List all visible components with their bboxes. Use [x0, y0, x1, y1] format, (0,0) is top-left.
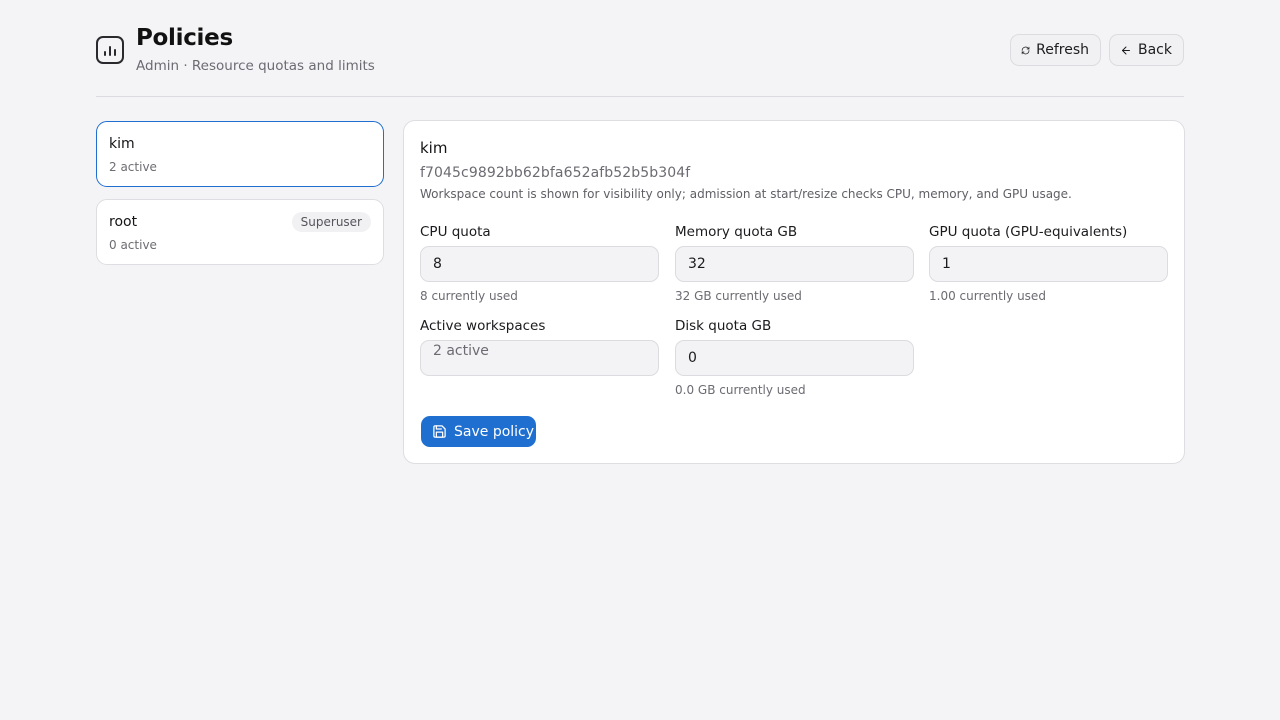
detail-user-name: kim [420, 139, 448, 157]
bar-chart-icon [96, 36, 124, 64]
user-list: kim 2 active root 0 active Superuser [96, 121, 384, 277]
page-title: Policies [136, 25, 233, 51]
detail-note: Workspace count is shown for visibility … [420, 187, 1072, 201]
page-subtitle: Admin · Resource quotas and limits [136, 58, 375, 74]
gpu-quota-field: GPU quota (GPU-equivalents) 1 1.00 curre… [929, 224, 1168, 303]
cpu-quota-label: CPU quota [420, 224, 491, 240]
refresh-icon [1021, 46, 1030, 54]
policies-page: Policies Admin · Resource quotas and lim… [96, 0, 1185, 464]
memory-quota-label: Memory quota GB [675, 224, 798, 240]
disk-quota-label: Disk quota GB [675, 318, 772, 334]
cpu-quota-field: CPU quota 8 8 currently used [420, 224, 659, 303]
back-button[interactable]: Back [1109, 34, 1184, 66]
user-active-count: 0 active [109, 238, 157, 252]
active-workspaces-label: Active workspaces [420, 318, 546, 334]
user-active-count: 2 active [109, 160, 157, 174]
active-workspaces-field: Active workspaces 2 active [420, 318, 659, 376]
back-label: Back [1138, 42, 1172, 58]
disk-quota-input[interactable]: 0 [675, 340, 914, 376]
policy-detail-panel: kim f7045c9892bb62bfa652afb52b5b304f Wor… [403, 120, 1185, 464]
page-header: Policies Admin · Resource quotas and lim… [96, 0, 1184, 97]
disk-quota-hint: 0.0 GB currently used [675, 383, 806, 397]
superuser-badge: Superuser [291, 212, 371, 232]
user-card-root[interactable]: root 0 active Superuser [96, 199, 384, 265]
arrow-left-icon [1122, 46, 1130, 54]
memory-quota-field: Memory quota GB 32 32 GB currently used [675, 224, 914, 303]
user-card-kim[interactable]: kim 2 active [96, 121, 384, 187]
cpu-quota-hint: 8 currently used [420, 289, 518, 303]
active-workspaces-value: 2 active [420, 340, 659, 376]
memory-quota-hint: 32 GB currently used [675, 289, 802, 303]
floppy-disk-icon [433, 425, 446, 438]
save-policy-button[interactable]: Save policy [421, 416, 536, 447]
refresh-label: Refresh [1036, 42, 1089, 58]
gpu-quota-label: GPU quota (GPU-equivalents) [929, 224, 1128, 240]
gpu-quota-input[interactable]: 1 [929, 246, 1168, 282]
cpu-quota-input[interactable]: 8 [420, 246, 659, 282]
refresh-button[interactable]: Refresh [1010, 34, 1101, 66]
save-policy-label: Save policy [454, 423, 535, 440]
gpu-quota-hint: 1.00 currently used [929, 289, 1046, 303]
detail-user-id: f7045c9892bb62bfa652afb52b5b304f [420, 165, 691, 181]
disk-quota-field: Disk quota GB 0 0.0 GB currently used [675, 318, 914, 397]
memory-quota-input[interactable]: 32 [675, 246, 914, 282]
user-name: kim [109, 136, 135, 152]
